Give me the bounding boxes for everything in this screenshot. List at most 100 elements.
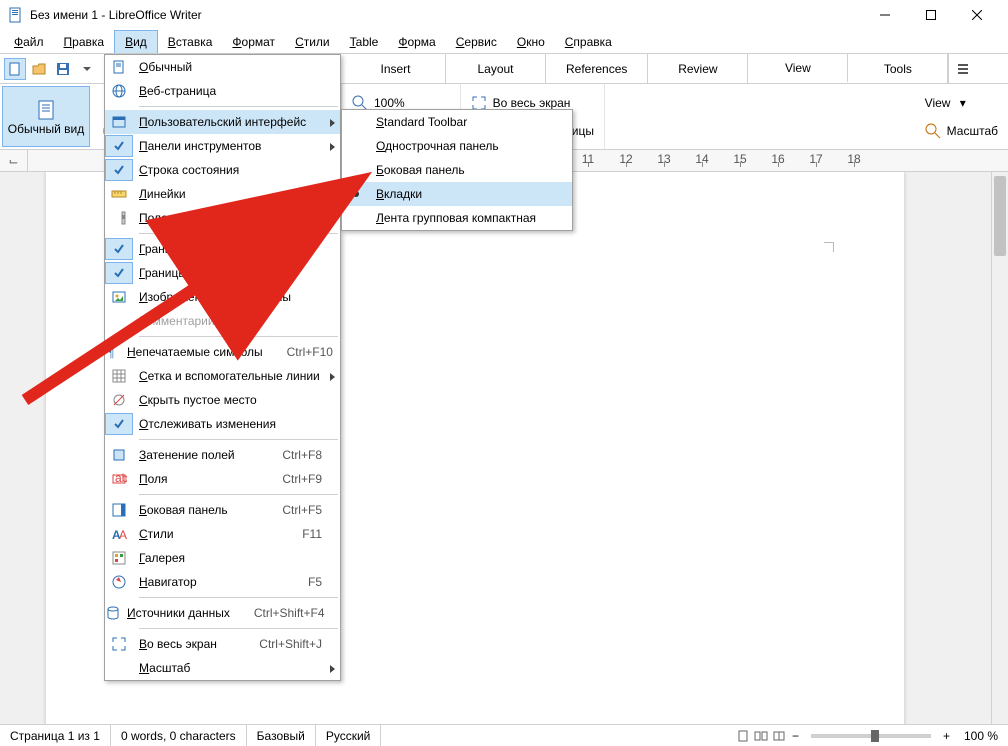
menubar-item-форма[interactable]: Форма <box>388 30 445 53</box>
ribbon-tab-view[interactable]: View <box>748 54 848 83</box>
view-menu-item[interactable]: Строка состояния <box>105 158 340 182</box>
shade-icon <box>111 447 127 463</box>
status-style[interactable]: Базовый <box>247 725 316 746</box>
globe-icon <box>111 83 127 99</box>
qat-save[interactable] <box>52 58 74 80</box>
svg-text:¶: ¶ <box>108 346 114 360</box>
ui-icon <box>111 114 127 130</box>
page-icon <box>111 59 127 75</box>
ui-submenu-item[interactable]: Standard Toolbar <box>342 110 572 134</box>
status-view-multi[interactable] <box>753 728 769 744</box>
view-menu-item[interactable]: Отслеживать изменения <box>105 412 340 436</box>
view-menu-item[interactable]: Обычный <box>105 55 340 79</box>
view-menu-item[interactable]: Пользовательский интерфейс <box>105 110 340 134</box>
title-bar: Без имени 1 - LibreOffice Writer <box>0 0 1008 30</box>
view-menu-item[interactable]: Затенение полейCtrl+F8 <box>105 443 340 467</box>
view-menu-item[interactable]: Во весь экранCtrl+Shift+J <box>105 632 340 656</box>
nav-icon <box>111 574 127 590</box>
menubar-item-окно[interactable]: Окно <box>507 30 555 53</box>
status-language[interactable]: Русский <box>316 725 382 746</box>
ribbon-scale-dropdown[interactable]: Масштаб <box>925 120 998 142</box>
ui-submenu-item[interactable]: Однострочная панель <box>342 134 572 158</box>
zoom-in-icon[interactable]: + <box>939 729 954 743</box>
view-menu-item[interactable]: Полосы прокрутки <box>105 206 340 230</box>
ui-submenu-item[interactable]: Боковая панель <box>342 158 572 182</box>
menubar-item-вставка[interactable]: Вставка <box>158 30 223 53</box>
view-menu-item[interactable]: ¶Непечатаемые символыCtrl+F10 <box>105 340 340 364</box>
normal-view-button[interactable]: Обычный вид <box>2 86 90 147</box>
gallery-icon <box>111 550 127 566</box>
menubar-item-правка[interactable]: Правка <box>54 30 115 53</box>
quick-access-toolbar <box>0 54 102 83</box>
svg-text:A: A <box>119 528 127 542</box>
status-words[interactable]: 0 words, 0 characters <box>111 725 247 746</box>
ribbon-view-dropdown[interactable]: View ▾ <box>925 92 998 114</box>
styles-icon: AA <box>111 526 127 542</box>
view-menu-item[interactable]: AAСтилиF11 <box>105 522 340 546</box>
minimize-button[interactable] <box>862 0 908 30</box>
view-menu-item[interactable]: Масштаб <box>105 656 340 680</box>
window-title: Без имени 1 - LibreOffice Writer <box>30 8 862 22</box>
normal-view-label: Обычный вид <box>8 122 84 136</box>
menubar-item-файл[interactable]: Файл <box>4 30 54 53</box>
scrollbar-thumb[interactable] <box>994 176 1006 256</box>
view-menu-item[interactable]: Границы текста <box>105 237 340 261</box>
ribbon-tab-references[interactable]: References <box>546 54 648 83</box>
view-menu: ОбычныйВеб-страница Пользовательский инте… <box>104 54 341 681</box>
svg-text:ab: ab <box>115 471 127 485</box>
ribbon-tab-review[interactable]: Review <box>648 54 748 83</box>
view-menu-item[interactable]: Боковая панельCtrl+F5 <box>105 498 340 522</box>
margin-corner-mark <box>824 242 834 252</box>
zoom-slider-knob[interactable] <box>871 730 879 742</box>
qat-arrow[interactable] <box>76 58 98 80</box>
menubar-item-справка[interactable]: Справка <box>555 30 622 53</box>
view-menu-item[interactable]: Источники данныхCtrl+Shift+F4 <box>105 601 340 625</box>
ribbon-tab-layout[interactable]: Layout <box>446 54 546 83</box>
ui-submenu: Standard ToolbarОднострочная панельБоков… <box>341 109 573 231</box>
ui-submenu-item[interactable]: Вкладки <box>342 182 572 206</box>
ribbon-overflow-button[interactable] <box>948 54 976 83</box>
qat-new[interactable] <box>4 58 26 80</box>
view-menu-item[interactable]: Галерея <box>105 546 340 570</box>
ribbon-tab-tools[interactable]: Tools <box>848 54 948 83</box>
status-view-single[interactable] <box>735 728 751 744</box>
view-menu-item[interactable]: abПоляCtrl+F9 <box>105 467 340 491</box>
ui-submenu-item[interactable]: Лента групповая компактная <box>342 206 572 230</box>
view-menu-item[interactable]: Линейки <box>105 182 340 206</box>
status-page[interactable]: Страница 1 из 1 <box>0 725 111 746</box>
status-bar: Страница 1 из 1 0 words, 0 characters Ба… <box>0 724 1008 746</box>
view-menu-item[interactable]: Границы таблиц <box>105 261 340 285</box>
close-button[interactable] <box>954 0 1000 30</box>
full-icon <box>111 636 127 652</box>
status-zoom-percent[interactable]: 100 % <box>954 725 1008 746</box>
menubar-item-формат[interactable]: Формат <box>222 30 285 53</box>
ruler-corner[interactable]: ⌙ <box>0 150 28 172</box>
view-menu-item[interactable]: Сетка и вспомогательные линии <box>105 364 340 388</box>
pilcrow-icon: ¶ <box>105 344 121 360</box>
db-icon <box>105 605 121 621</box>
view-menu-item[interactable]: НавигаторF5 <box>105 570 340 594</box>
view-menu-item[interactable]: Панели инструментов <box>105 134 340 158</box>
status-view-book[interactable] <box>771 728 787 744</box>
menubar-item-table[interactable]: Table <box>340 30 389 53</box>
fields-icon: ab <box>111 471 127 487</box>
img-icon <box>111 289 127 305</box>
zoom-slider[interactable] <box>811 734 931 738</box>
hide-icon <box>111 392 127 408</box>
view-menu-item[interactable]: Веб-страница <box>105 79 340 103</box>
vertical-scrollbar[interactable] <box>991 172 1008 724</box>
ribbon-tab-insert[interactable]: Insert <box>346 54 446 83</box>
menubar-item-стили[interactable]: Стили <box>285 30 340 53</box>
menubar-item-вид[interactable]: Вид <box>114 30 158 53</box>
page-icon <box>34 98 58 122</box>
qat-open[interactable] <box>28 58 50 80</box>
zoom-icon <box>925 123 941 139</box>
menu-bar: ФайлПравкаВидВставкаФорматСтилиTableФорм… <box>0 30 1008 54</box>
maximize-button[interactable] <box>908 0 954 30</box>
view-menu-item[interactable]: Изображения и диаграммы <box>105 285 340 309</box>
ruler-icon <box>111 186 127 202</box>
app-icon <box>8 7 24 23</box>
zoom-out-icon[interactable]: − <box>788 729 803 743</box>
view-menu-item[interactable]: Скрыть пустое место <box>105 388 340 412</box>
menubar-item-сервис[interactable]: Сервис <box>446 30 507 53</box>
